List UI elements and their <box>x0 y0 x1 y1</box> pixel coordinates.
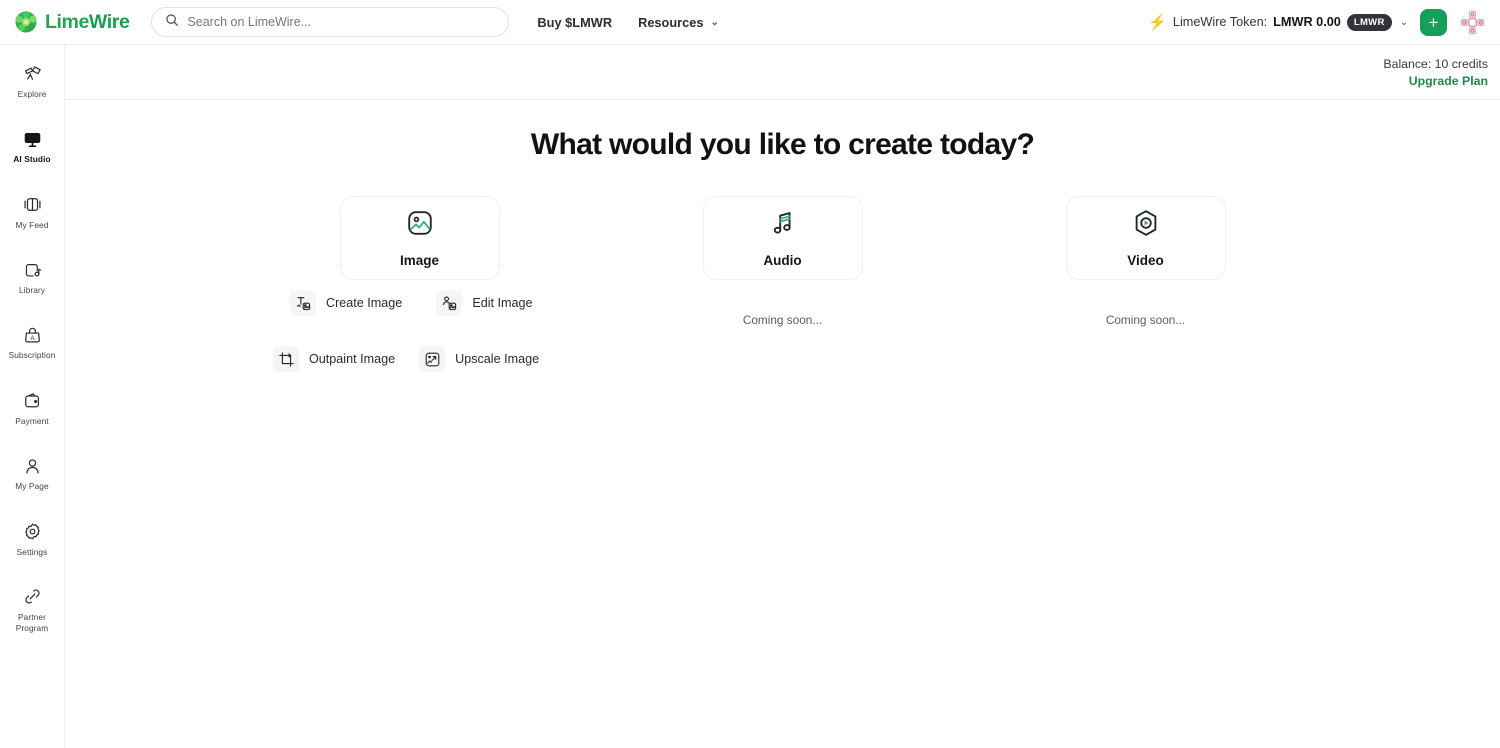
brand-name: LimeWire <box>45 11 129 34</box>
nav-link-buy-lmwr[interactable]: Buy $LMWR <box>537 15 612 30</box>
person-icon <box>23 456 42 476</box>
header-nav: Buy $LMWR Resources ⌄ <box>537 15 719 30</box>
create-option-audio-label: Audio <box>763 253 801 268</box>
create-option-video-column: Video Coming soon... <box>1066 196 1226 327</box>
nav-link-resources[interactable]: Resources ⌄ <box>638 15 719 30</box>
image-action-row-1: Create Image Edit Image <box>290 290 539 316</box>
nav-link-resources-label: Resources <box>638 15 703 30</box>
create-option-video-card[interactable]: Video <box>1066 196 1226 280</box>
upscale-image-button[interactable]: Upscale Image <box>419 346 539 372</box>
token-label: LimeWire Token: <box>1173 15 1267 29</box>
outpaint-crop-icon <box>273 346 299 372</box>
edit-image-label: Edit Image <box>472 296 532 310</box>
sidebar-item-my-page[interactable]: My Page <box>0 449 65 495</box>
top-header: LimeWire Buy $LMWR Resources ⌄ ⚡ LimeWir… <box>0 0 1500 45</box>
page-title: What would you like to create today? <box>65 128 1500 162</box>
subscription-bag-icon: A <box>23 325 42 345</box>
add-new-button[interactable]: + <box>1420 9 1447 36</box>
create-options-row: Image Audio Coming soon... <box>65 196 1500 327</box>
sidebar-item-my-feed[interactable]: My Feed <box>0 188 65 234</box>
create-option-image-label: Image <box>400 253 439 268</box>
brand-name-part2: Wire <box>89 11 130 33</box>
chevron-down-icon: ⌄ <box>711 17 719 28</box>
video-play-hexagon-icon <box>1131 208 1161 243</box>
token-value: LMWR 0.00 <box>1273 15 1341 29</box>
balance-bar: Balance: 10 credits Upgrade Plan <box>65 45 1500 100</box>
video-status-text: Coming soon... <box>1106 313 1185 327</box>
image-action-row-2: Outpaint Image Upscale Image <box>273 346 539 372</box>
search-bar[interactable] <box>151 7 509 37</box>
balance-text: Balance: 10 credits <box>1383 57 1488 71</box>
sidebar-item-settings-label: Settings <box>17 547 48 557</box>
create-option-audio-card[interactable]: Audio <box>703 196 863 280</box>
monitor-icon <box>23 129 42 149</box>
token-chevron-down-icon: ⌄ <box>1400 17 1408 28</box>
upgrade-plan-link[interactable]: Upgrade Plan <box>65 73 1488 91</box>
sidebar-item-ai-studio[interactable]: AI Studio <box>0 122 65 168</box>
sidebar-item-my-page-label: My Page <box>15 481 48 491</box>
music-note-icon <box>768 208 798 243</box>
limewire-flower-logo-icon <box>14 10 38 34</box>
create-option-video-label: Video <box>1127 253 1164 268</box>
sidebar-item-subscription[interactable]: A Subscription <box>0 318 65 364</box>
sidebar-item-my-feed-label: My Feed <box>16 220 49 230</box>
sidebar-item-partner-program-label-2: Program <box>16 623 49 633</box>
sidebar-item-ai-studio-label: AI Studio <box>13 154 50 164</box>
edit-image-button[interactable]: Edit Image <box>436 290 532 316</box>
create-option-audio-column: Audio Coming soon... <box>703 196 863 327</box>
link-icon <box>23 587 42 607</box>
token-balance-dropdown[interactable]: ⚡ LimeWire Token: LMWR 0.00 LMWR ⌄ <box>1148 14 1408 31</box>
edit-image-icon <box>436 290 462 316</box>
create-image-label: Create Image <box>326 296 402 310</box>
upscale-expand-icon <box>419 346 445 372</box>
audio-status-text: Coming soon... <box>743 313 822 327</box>
wallet-icon <box>23 391 42 411</box>
image-action-list: Create Image Edit Image <box>290 290 539 372</box>
brand-name-part1: Lime <box>45 11 89 33</box>
sidebar-item-partner-program-label-1: Partner <box>18 612 46 622</box>
sidebar-item-partner-program[interactable]: Partner Program <box>0 580 65 638</box>
telescope-icon <box>23 64 42 84</box>
search-input[interactable] <box>187 15 495 29</box>
token-badge: LMWR <box>1347 14 1392 31</box>
feed-icon <box>23 195 42 215</box>
brand-logo-link[interactable]: LimeWire <box>14 10 129 34</box>
library-icon <box>23 260 42 280</box>
outpaint-image-button[interactable]: Outpaint Image <box>273 346 395 372</box>
left-sidebar: Explore AI Studio My Feed <box>0 45 65 748</box>
svg-text:A: A <box>30 336 35 342</box>
sidebar-item-payment[interactable]: Payment <box>0 384 65 430</box>
nav-link-buy-lmwr-label: Buy $LMWR <box>537 15 612 30</box>
text-to-image-icon <box>290 290 316 316</box>
sidebar-item-subscription-label: Subscription <box>9 350 56 360</box>
user-avatar[interactable] <box>1459 9 1486 36</box>
image-landscape-icon <box>405 208 435 243</box>
sidebar-item-library[interactable]: Library <box>0 253 65 299</box>
outpaint-image-label: Outpaint Image <box>309 352 395 366</box>
sidebar-item-library-label: Library <box>19 285 45 295</box>
main-content: Balance: 10 credits Upgrade Plan What wo… <box>65 45 1500 748</box>
lightning-bolt-icon: ⚡ <box>1148 15 1167 30</box>
create-image-button[interactable]: Create Image <box>290 290 402 316</box>
sidebar-item-explore-label: Explore <box>18 89 47 99</box>
sidebar-item-payment-label: Payment <box>15 416 48 426</box>
search-icon <box>165 13 179 32</box>
header-right-cluster: ⚡ LimeWire Token: LMWR 0.00 LMWR ⌄ + <box>1148 9 1486 36</box>
sidebar-item-settings[interactable]: Settings <box>0 515 65 561</box>
upscale-image-label: Upscale Image <box>455 352 539 366</box>
gear-icon <box>23 522 42 542</box>
sidebar-item-explore[interactable]: Explore <box>0 57 65 103</box>
create-option-image-card[interactable]: Image <box>340 196 500 280</box>
